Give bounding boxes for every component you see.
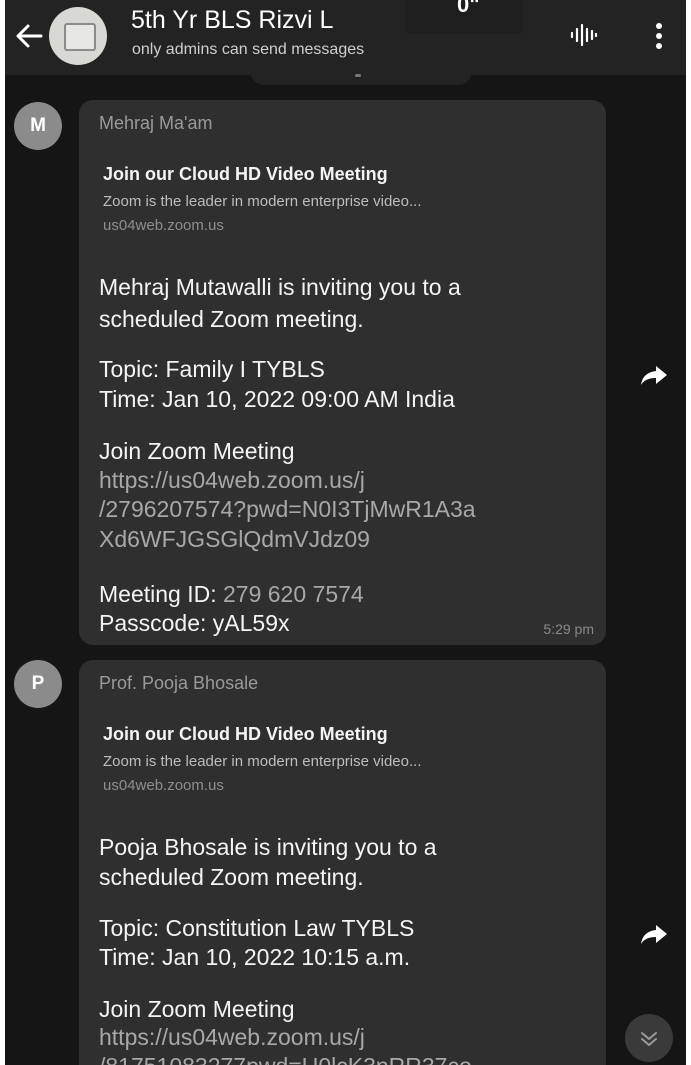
- meeting-link[interactable]: https://us04web.zoom.us/j: [99, 467, 365, 494]
- group-photo-icon: [64, 23, 96, 51]
- message-text: Time: Jan 10, 2022 09:00 AM India: [99, 386, 455, 412]
- group-avatar[interactable]: [49, 7, 107, 65]
- group-title[interactable]: 5th Yr BLS Rizvi L: [131, 6, 333, 35]
- message-text: Topic: Family I TYBLS: [99, 356, 325, 382]
- pull-indicator: [355, 74, 361, 77]
- message-text: Mehraj Mutawalli is inviting you to a: [99, 274, 461, 300]
- message-text: Topic: Constitution Law TYBLS: [99, 915, 415, 941]
- avatar[interactable]: P: [14, 660, 62, 708]
- link-preview-domain: us04web.zoom.us: [103, 217, 224, 234]
- meeting-link[interactable]: https://us04web.zoom.us/j: [99, 1024, 365, 1051]
- chat-screen: 0" 5th Yr BLS Rizvi L only admins can se…: [5, 0, 686, 1065]
- sender-name[interactable]: Mehraj Ma'am: [99, 113, 212, 134]
- meeting-link[interactable]: /2796207574?pwd=N0I3TjMwR1A3a: [99, 496, 476, 523]
- link-preview-description: Zoom is the leader in modern enterprise …: [103, 753, 422, 770]
- chevron-double-down-icon: [641, 1032, 657, 1046]
- message-text: Pooja Bhosale is inviting you to a: [99, 834, 437, 860]
- link-preview-description: Zoom is the leader in modern enterprise …: [103, 193, 422, 210]
- pinned-tab[interactable]: [250, 69, 472, 85]
- passcode-line: Passcode: yAL59x: [99, 610, 290, 636]
- share-forward-icon[interactable]: [637, 917, 671, 951]
- group-subtitle: only admins can send messages: [132, 41, 365, 58]
- avatar[interactable]: M: [14, 102, 62, 150]
- message-bubble[interactable]: Prof. Pooja Bhosale Join our Cloud HD Vi…: [79, 660, 606, 1065]
- message-text: Time: Jan 10, 2022 10:15 a.m.: [99, 944, 411, 970]
- sender-name[interactable]: Prof. Pooja Bhosale: [99, 673, 258, 694]
- message-text: scheduled Zoom meeting.: [99, 306, 364, 332]
- scroll-down-button[interactable]: [625, 1014, 673, 1062]
- link-preview-title[interactable]: Join our Cloud HD Video Meeting: [103, 724, 388, 745]
- chat-header: 0" 5th Yr BLS Rizvi L only admins can se…: [5, 0, 686, 75]
- message-bubble[interactable]: Mehraj Ma'am Join our Cloud HD Video Mee…: [79, 100, 606, 645]
- meeting-id-line: Meeting ID: 279 620 7574: [99, 581, 364, 608]
- message-text: Join Zoom Meeting: [99, 438, 295, 464]
- meeting-id-label: Meeting ID:: [99, 581, 217, 607]
- link-preview-domain: us04web.zoom.us: [103, 777, 224, 794]
- meeting-link[interactable]: Xd6WFJGSGlQdmVJdz09: [99, 526, 370, 553]
- link-preview-title[interactable]: Join our Cloud HD Video Meeting: [103, 164, 388, 185]
- message-text: Join Zoom Meeting: [99, 996, 295, 1022]
- share-forward-icon[interactable]: [637, 358, 671, 392]
- message-text: scheduled Zoom meeting.: [99, 864, 364, 890]
- arrow-left-icon[interactable]: [11, 18, 47, 54]
- meeting-link[interactable]: /81751083277pwd=U0lcK3nRR37co: [99, 1053, 472, 1065]
- voice-chat-icon[interactable]: [569, 22, 599, 48]
- message-time: 5:29 pm: [543, 621, 594, 637]
- more-vertical-icon[interactable]: [653, 20, 665, 52]
- meeting-id[interactable]: 279 620 7574: [223, 581, 364, 607]
- status-glyph: 0": [457, 0, 480, 17]
